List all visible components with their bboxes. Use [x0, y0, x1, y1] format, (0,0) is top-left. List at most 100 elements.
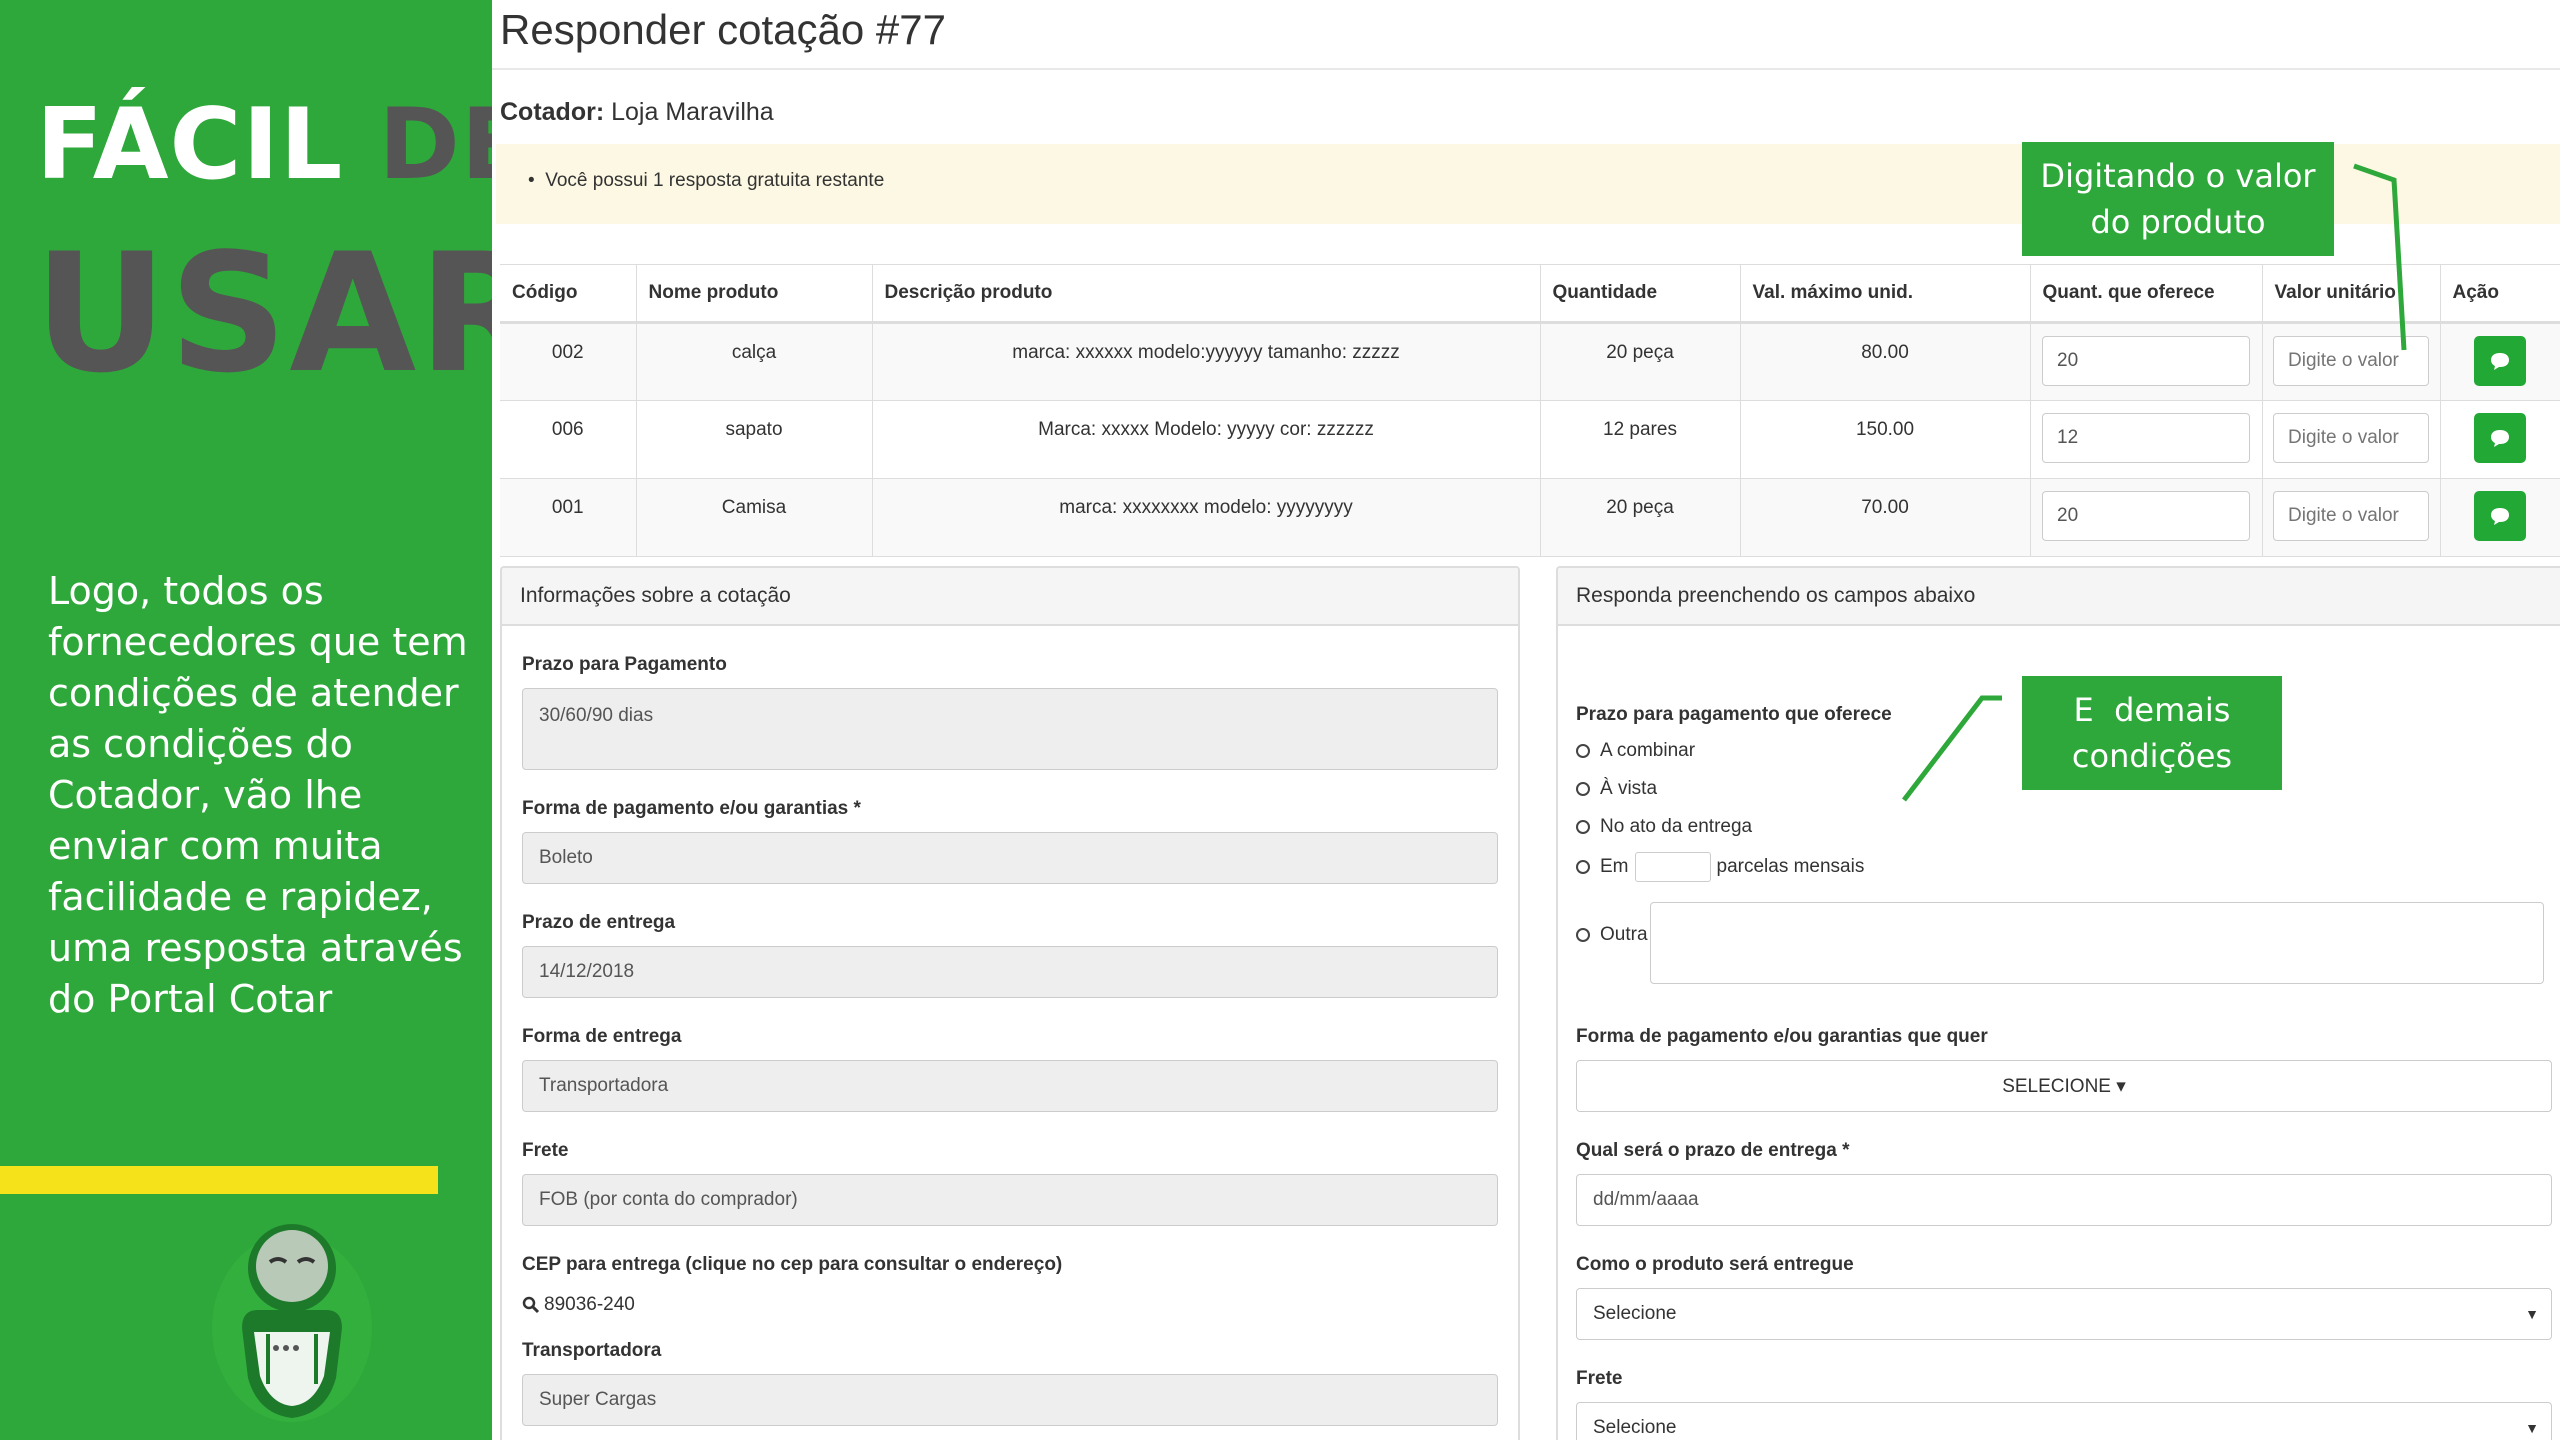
quote-info-panel: Informações sobre a cotação Prazo para P… [500, 566, 1520, 1440]
radio-circle [1576, 860, 1590, 874]
radio-label: No ato da entrega [1600, 816, 1753, 837]
promo-body-text: Logo, todos os fornecedores que tem cond… [48, 569, 468, 1021]
table-row: 002 calça marca: xxxxxx modelo:yyyyyy ta… [500, 322, 2560, 401]
prazo-pagamento-field: 30/60/90 dias [522, 688, 1498, 770]
frete-select-value: Selecione [1593, 1417, 1677, 1438]
notice-text: Você possui 1 resposta gratuita restante [545, 170, 885, 191]
radio-circle [1576, 744, 1590, 758]
promo-heading-line2: USAR [34, 218, 492, 409]
cell-quant-oferece [2029, 400, 2262, 479]
col-header-acao: Ação [2439, 264, 2560, 324]
col-header-nome: Nome produto [635, 264, 872, 324]
cotador-value: Loja Maravilha [611, 98, 774, 126]
quant-oferece-input[interactable] [2042, 413, 2250, 463]
search-icon [522, 1296, 540, 1314]
como-entregue-select[interactable]: Selecione ▼ [1576, 1288, 2552, 1340]
cell-nome: sapato [635, 400, 872, 479]
radio-a-combinar[interactable]: A combinar [1576, 740, 1695, 762]
prazo-pagamento-label: Prazo para Pagamento [522, 654, 727, 675]
table-row: 006 sapato Marca: xxxxx Modelo: yyyyy co… [500, 400, 2560, 479]
col-header-descricao: Descrição produto [871, 264, 1540, 324]
chevron-down-icon: ▼ [2525, 1306, 2539, 1322]
valor-unitario-input[interactable] [2273, 336, 2429, 386]
forma-pagamento-quer-label: Forma de pagamento e/ou garantias que qu… [1576, 1026, 1988, 1047]
col-header-quant-oferece: Quant. que oferece [2029, 264, 2262, 324]
cell-val-max: 150.00 [1739, 400, 2030, 479]
parcelas-label: parcelas mensais [1716, 856, 1865, 877]
promo-heading-word1: FÁCIL [36, 88, 344, 202]
radio-circle [1576, 928, 1590, 942]
cell-quant-oferece [2029, 478, 2262, 557]
quote-info-panel-title: Informações sobre a cotação [502, 568, 1518, 626]
radio-outra[interactable]: Outra [1576, 924, 1648, 946]
prazo-entrega-field: 14/12/2018 [522, 946, 1498, 998]
cell-descricao: marca: xxxxxx modelo:yyyyyy tamanho: zzz… [871, 322, 1540, 401]
cell-descricao: marca: xxxxxxxx modelo: yyyyyyyy [871, 478, 1540, 557]
cell-quantidade: 20 peça [1539, 478, 1740, 557]
main-content: Responder cotação #77 Cotador: Loja Mara… [492, 0, 2560, 1440]
forma-pagamento-field: Boleto [522, 832, 1498, 884]
transportadora-label: Transportadora [522, 1340, 662, 1361]
radio-label: Outra [1600, 924, 1648, 945]
cell-valor-unitario [2261, 478, 2440, 557]
cell-quantidade: 12 pares [1539, 400, 1740, 479]
cep-label: CEP para entrega (clique no cep para con… [522, 1254, 1063, 1275]
cell-codigo: 006 [500, 400, 636, 479]
quant-oferece-input[interactable] [2042, 336, 2250, 386]
quant-oferece-input[interactable] [2042, 491, 2250, 541]
promo-heading-word2: DE [378, 88, 493, 202]
col-header-codigo: Código [500, 264, 636, 324]
cell-nome: Camisa [635, 478, 872, 557]
callout-product-value-text: Digitando o valor do produto [2040, 157, 2316, 241]
cell-acao [2439, 478, 2560, 557]
promo-panel: FÁCIL DE USAR Logo, todos os fornecedore… [0, 0, 492, 1440]
valor-unitario-input[interactable] [2273, 491, 2429, 541]
cell-quantidade: 20 peça [1539, 322, 1740, 401]
cell-acao [2439, 322, 2560, 401]
forma-pagamento-select-button[interactable]: SELECIONE ▾ [1576, 1060, 2552, 1112]
cotador-label: Cotador: [500, 98, 605, 126]
parcelas-input[interactable] [1634, 852, 1711, 882]
cep-value: 89036-240 [544, 1294, 635, 1315]
radio-a-vista[interactable]: À vista [1576, 778, 1657, 800]
como-entregue-label: Como o produto será entregue [1576, 1254, 1854, 1275]
transportadora-field: Super Cargas [522, 1374, 1498, 1426]
radio-label: Em [1600, 856, 1629, 877]
products-table: Código Nome produto Descrição produto Qu… [500, 264, 2560, 557]
radio-label: À vista [1600, 778, 1658, 799]
respond-button[interactable] [2474, 413, 2527, 463]
cep-link[interactable]: 89036-240 [522, 1294, 635, 1316]
cell-codigo: 001 [500, 478, 636, 557]
cell-descricao: Marca: xxxxx Modelo: yyyyy cor: zzzzzz [871, 400, 1540, 479]
cell-quant-oferece [2029, 322, 2262, 401]
forma-entrega-label: Forma de entrega [522, 1026, 682, 1047]
radio-no-ato-entrega[interactable]: No ato da entrega [1576, 816, 1752, 838]
radio-parcelas[interactable]: Em parcelas mensais [1576, 852, 1864, 882]
frete-select[interactable]: Selecione ▼ [1576, 1402, 2552, 1440]
outra-textarea[interactable] [1650, 902, 2544, 984]
prazo-oferece-label: Prazo para pagamento que oferece [1576, 704, 1892, 725]
prazo-entrega-date-input[interactable]: dd/mm/aaaa [1576, 1174, 2552, 1226]
respond-button[interactable] [2474, 336, 2527, 386]
col-header-valor-unitario: Valor unitário [2261, 264, 2440, 324]
cell-valor-unitario [2261, 400, 2440, 479]
forma-entrega-field: Transportadora [522, 1060, 1498, 1112]
table-header-row: Código Nome produto Descrição produto Qu… [500, 264, 2560, 324]
valor-unitario-input[interactable] [2273, 413, 2429, 463]
frete-label: Frete [522, 1140, 569, 1161]
response-panel-title: Responda preenchendo os campos abaixo [1558, 568, 2560, 626]
chat-bubble-icon [2491, 508, 2510, 525]
radio-circle [1576, 820, 1590, 834]
title-divider [492, 68, 2560, 70]
cell-acao [2439, 400, 2560, 479]
cell-val-max: 70.00 [1739, 478, 2030, 557]
como-entregue-value: Selecione [1593, 1303, 1677, 1324]
prazo-entrega-label: Prazo de entrega [522, 912, 676, 933]
cell-val-max: 80.00 [1739, 322, 2030, 401]
cotador-line: Cotador: Loja Maravilha [500, 98, 774, 127]
cell-valor-unitario [2261, 322, 2440, 401]
radio-circle [1576, 782, 1590, 796]
callout-other-conditions-text: E demais condições [2071, 691, 2241, 775]
respond-button[interactable] [2474, 491, 2527, 541]
cell-nome: calça [635, 322, 872, 401]
